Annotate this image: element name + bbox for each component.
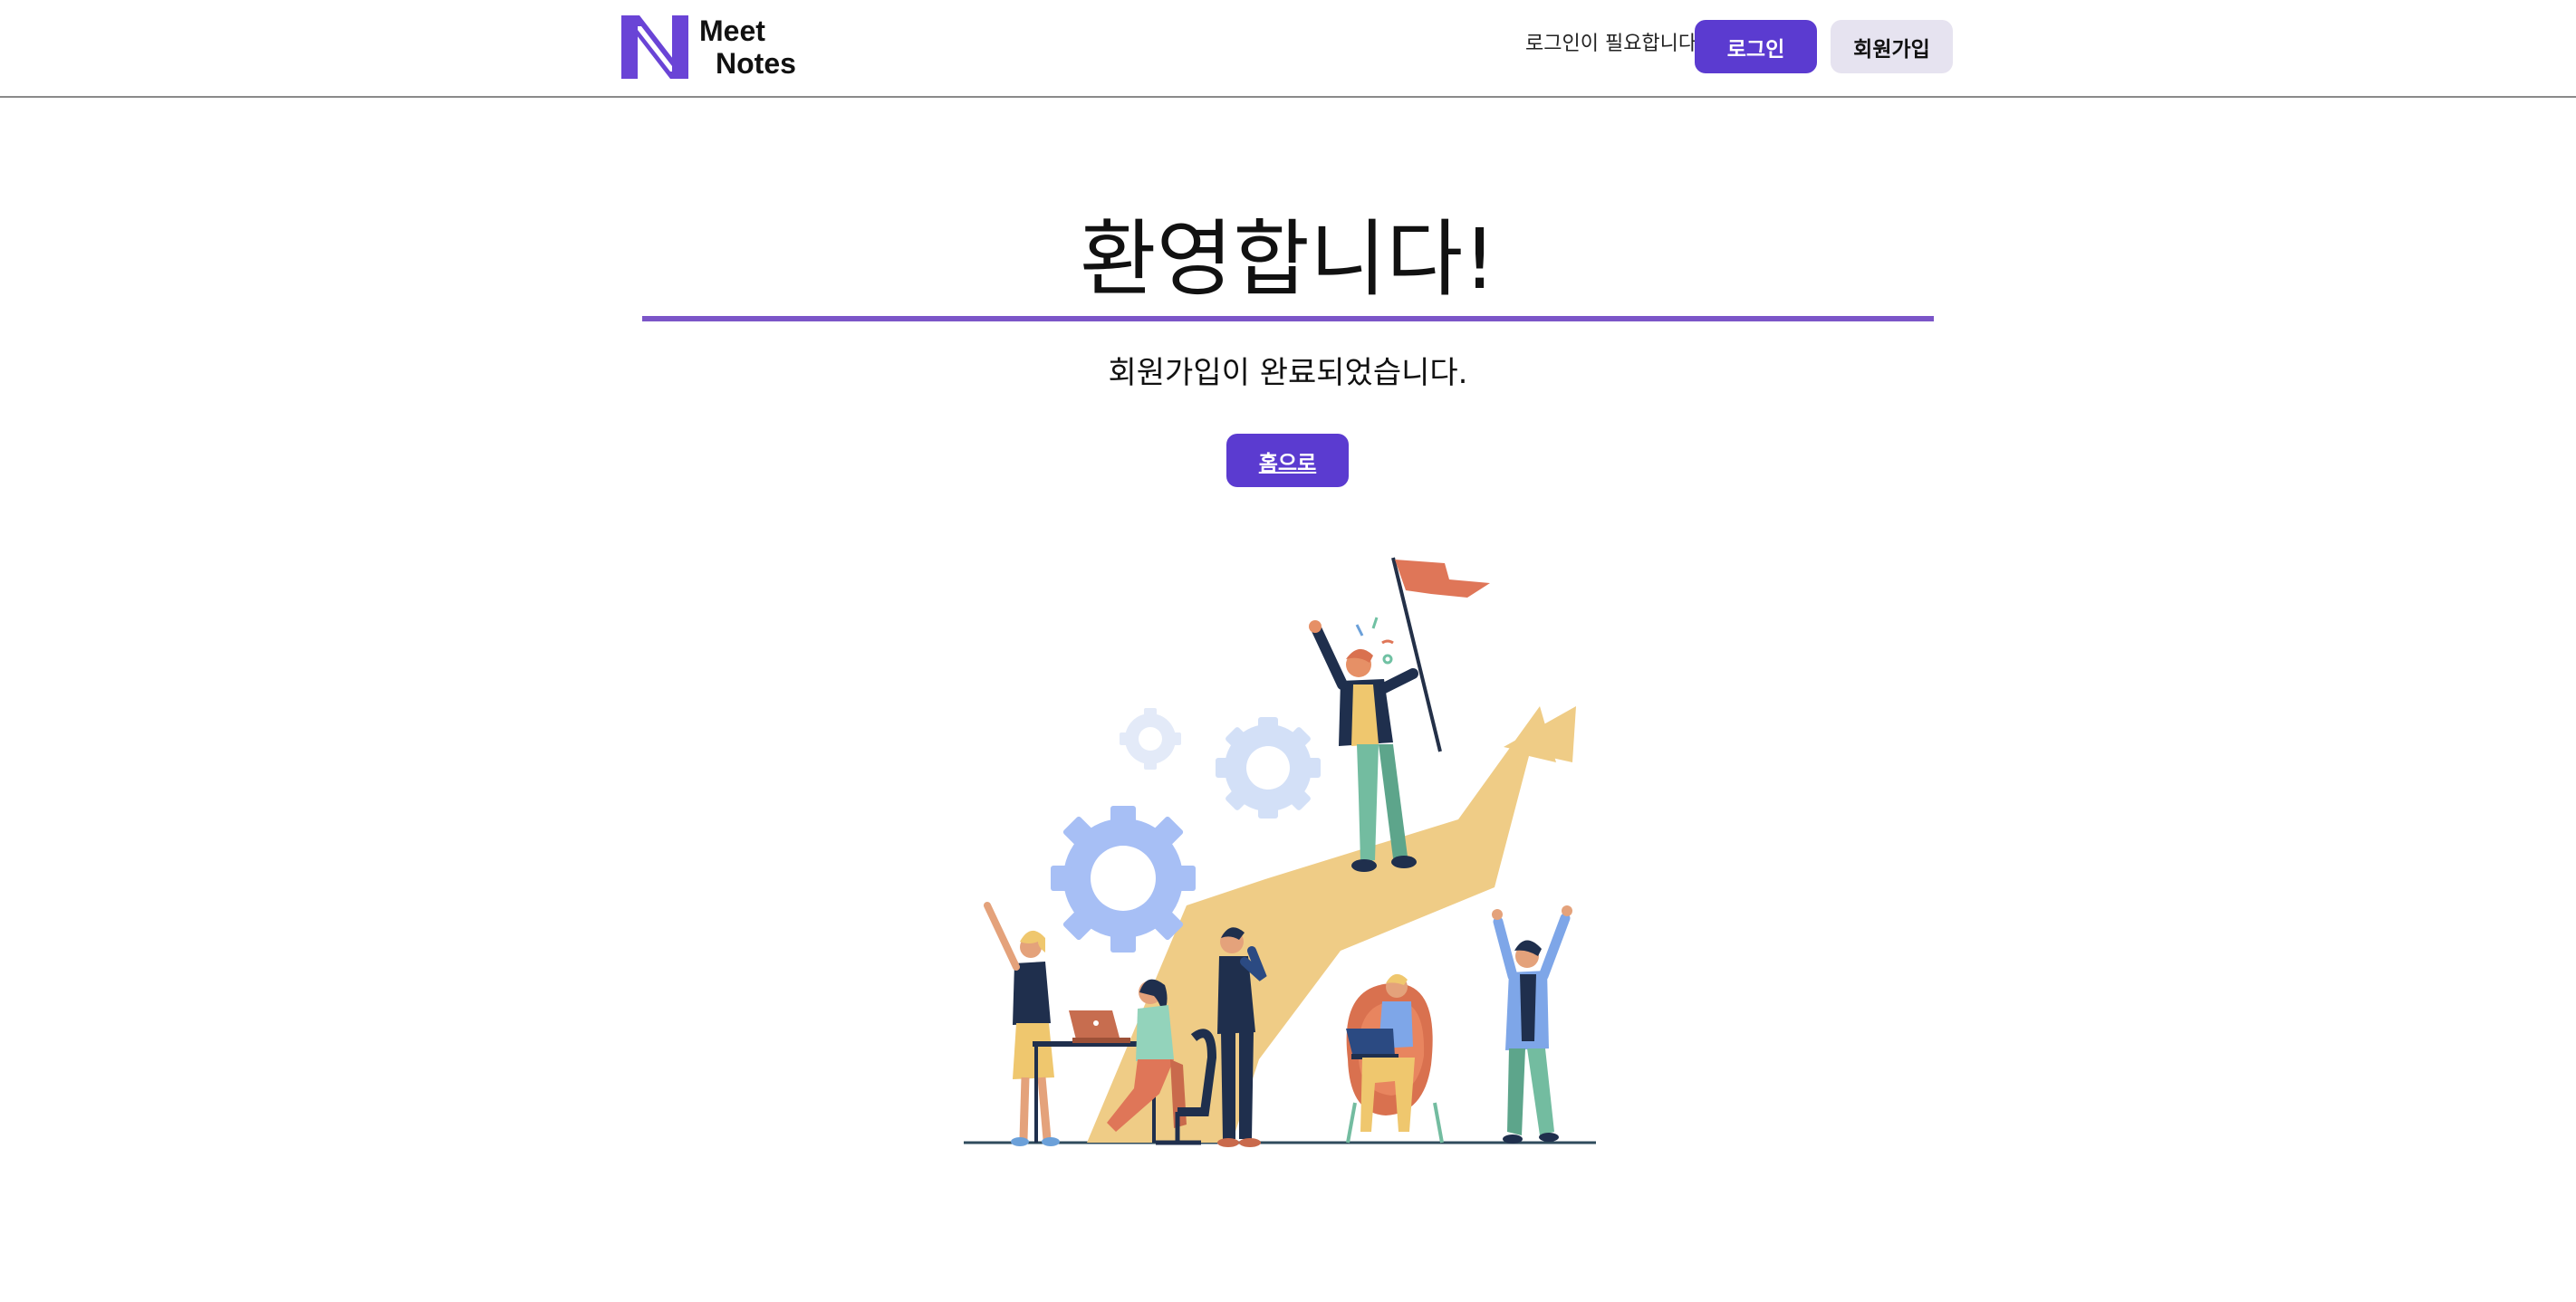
login-button[interactable]: 로그인: [1695, 20, 1817, 73]
top-navbar: Meet Notes 로그인이 필요합니다 로그인 회원가입: [0, 0, 2576, 98]
title-divider: [642, 316, 1934, 321]
home-button[interactable]: 홈으로: [1226, 434, 1349, 487]
welcome-title: 환영합니다!: [1079, 211, 1497, 308]
login-required-text: 로그인이 필요합니다: [1525, 33, 1697, 55]
signup-button[interactable]: 회원가입: [1831, 20, 1953, 73]
brand-logo[interactable]: Meet Notes: [620, 13, 796, 81]
team-success-illustration: [964, 557, 1596, 1147]
n-logo-icon: [620, 14, 690, 81]
signup-complete-message: 회원가입이 완료되었습니다.: [1108, 355, 1468, 391]
brand-name-line2: Notes: [716, 47, 796, 80]
brand-name: Meet Notes: [699, 14, 796, 80]
brand-name-line1: Meet: [699, 14, 765, 47]
